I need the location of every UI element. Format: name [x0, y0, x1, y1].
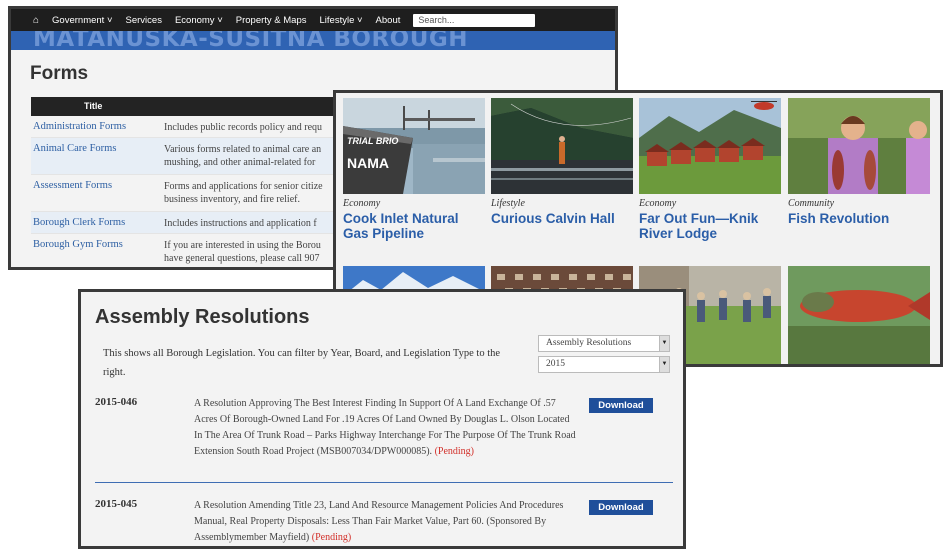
- page-title: Assembly Resolutions: [95, 306, 310, 328]
- nav-item-economy[interactable]: Economy ˅: [175, 15, 223, 26]
- story-card[interactable]: Community Fish Revolution: [788, 98, 930, 226]
- story-category: Community: [788, 198, 835, 209]
- story-photo-ship[interactable]: TRIAL BRIO NAMA: [343, 98, 485, 194]
- story-photo-lodge[interactable]: [639, 98, 781, 194]
- story-title[interactable]: Far Out Fun—Knik River Lodge: [639, 211, 781, 241]
- story-card[interactable]: Lifestyle Curious Calvin Hall: [491, 98, 633, 226]
- select-value: Assembly Resolutions: [546, 338, 632, 348]
- ship-hull-text: TRIAL BRIO: [347, 136, 398, 146]
- form-link-animal-care[interactable]: Animal Care Forms: [31, 143, 164, 174]
- resolution-description: A Resolution Approving The Best Interest…: [194, 398, 576, 457]
- select-value: 2015: [546, 359, 565, 369]
- home-icon[interactable]: ⌂: [33, 15, 39, 26]
- banner-title: MATANUSKA-SUSITNA BOROUGH: [33, 31, 469, 50]
- resolution-number: 2015-046: [95, 396, 138, 408]
- story-title[interactable]: Curious Calvin Hall: [491, 211, 633, 226]
- ship-name-text: NAMA: [347, 155, 389, 171]
- chevron-down-icon: ▼: [659, 336, 669, 351]
- download-button[interactable]: Download: [589, 398, 653, 413]
- status-badge: (Pending): [311, 532, 352, 543]
- form-link-borough-gym[interactable]: Borough Gym Forms: [31, 239, 164, 267]
- download-button[interactable]: Download: [589, 500, 653, 515]
- story-category: Lifestyle: [491, 198, 525, 209]
- nav-item-property-maps[interactable]: Property & Maps: [236, 15, 307, 26]
- nav-item-government[interactable]: Government ˅: [52, 15, 112, 26]
- status-badge: (Pending): [434, 446, 475, 457]
- search-input[interactable]: Search...: [413, 13, 536, 27]
- site-banner: MATANUSKA-SUSITNA BOROUGH: [11, 31, 615, 50]
- story-card[interactable]: Economy Far Out Fun—Knik River Lodge: [639, 98, 781, 241]
- story-photo-fish-kids[interactable]: [788, 98, 930, 194]
- story-photo-salmon[interactable]: [788, 266, 930, 364]
- story-title[interactable]: Fish Revolution: [788, 211, 930, 226]
- chevron-down-icon: ▼: [659, 357, 669, 372]
- page-title: Forms: [30, 63, 89, 84]
- form-link-assessment[interactable]: Assessment Forms: [31, 180, 164, 211]
- top-navigation: ⌂ Government ˅ Services Economy ˅ Proper…: [11, 9, 615, 31]
- nav-item-services[interactable]: Services: [126, 15, 162, 26]
- nav-item-about[interactable]: About: [376, 15, 401, 26]
- assembly-resolutions-screenshot: Assembly Resolutions This shows all Boro…: [78, 289, 686, 549]
- story-title[interactable]: Cook Inlet Natural Gas Pipeline: [343, 211, 485, 241]
- story-photo-fishing[interactable]: [491, 98, 633, 194]
- legislation-type-select[interactable]: Assembly Resolutions ▼: [538, 335, 670, 352]
- story-card[interactable]: TRIAL BRIO NAMA Economy Cook Inlet Natur…: [343, 98, 485, 241]
- intro-text: This shows all Borough Legislation. You …: [103, 348, 501, 378]
- story-category: Economy: [343, 198, 381, 209]
- nav-item-lifestyle[interactable]: Lifestyle ˅: [320, 15, 363, 26]
- resolution-number: 2015-045: [95, 498, 138, 510]
- form-link-administration[interactable]: Administration Forms: [31, 121, 164, 137]
- form-link-borough-clerk[interactable]: Borough Clerk Forms: [31, 217, 164, 233]
- divider: [95, 482, 673, 483]
- story-category: Economy: [639, 198, 677, 209]
- year-select[interactable]: 2015 ▼: [538, 356, 670, 373]
